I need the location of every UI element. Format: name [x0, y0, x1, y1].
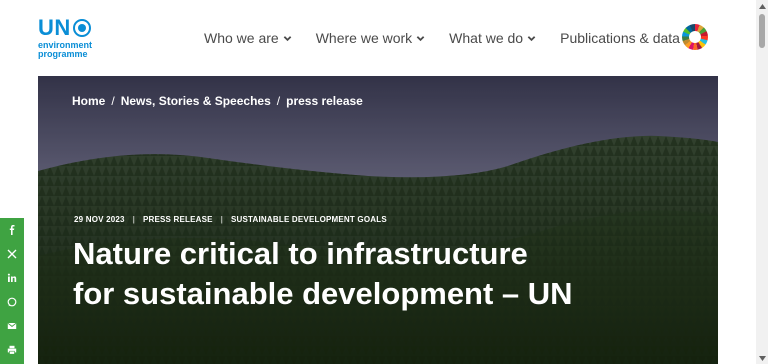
nav-label: Where we work — [315, 30, 413, 46]
nav-label: What we do — [449, 30, 524, 46]
unep-logo[interactable]: UN environment programme — [38, 17, 92, 59]
vertical-scrollbar[interactable] — [756, 0, 768, 364]
breadcrumb: Home / News, Stories & Speeches / press … — [72, 94, 363, 108]
logo-line-programme: programme — [38, 49, 88, 59]
scroll-up-arrow-icon[interactable] — [756, 0, 768, 12]
article-meta: 29 NOV 2023 | PRESS RELEASE | SUSTAINABL… — [74, 215, 387, 224]
chevron-down-icon — [416, 35, 425, 41]
share-linkedin-button[interactable] — [0, 266, 24, 290]
nav-who-we-are[interactable]: Who we are — [204, 30, 292, 46]
nav-label: Publications & data — [560, 30, 680, 46]
article-date: 29 NOV 2023 — [74, 215, 125, 224]
breadcrumb-separator: / — [276, 94, 281, 108]
facebook-icon — [9, 225, 15, 235]
nav-label: Who we are — [204, 30, 279, 46]
share-x-button[interactable] — [0, 242, 24, 266]
chevron-down-icon — [527, 35, 536, 41]
breadcrumb-separator: / — [111, 94, 115, 108]
meta-separator: | — [220, 215, 223, 224]
breadcrumb-news[interactable]: News, Stories & Speeches — [121, 94, 271, 108]
logo-un-text: UN — [38, 15, 71, 40]
share-email-button[interactable] — [0, 314, 24, 338]
whatsapp-icon — [7, 297, 17, 307]
article-type[interactable]: PRESS RELEASE — [143, 215, 213, 224]
main-nav: Who we are Where we work What we do Publ… — [204, 30, 680, 46]
scrollbar-thumb[interactable] — [759, 14, 765, 48]
share-whatsapp-button[interactable] — [0, 290, 24, 314]
share-print-button[interactable] — [0, 338, 24, 362]
share-facebook-button[interactable] — [0, 218, 24, 242]
un-emblem-icon — [72, 19, 91, 37]
sdg-wheel-icon[interactable] — [682, 24, 708, 50]
x-icon — [7, 249, 17, 259]
breadcrumb-home[interactable]: Home — [72, 94, 105, 108]
print-icon — [7, 345, 17, 355]
email-icon — [7, 322, 17, 329]
nav-publications-data[interactable]: Publications & data — [560, 30, 680, 46]
site-header: UN environment programme Who we are Wher… — [0, 0, 756, 76]
scroll-down-arrow-icon[interactable] — [756, 352, 768, 364]
nav-where-we-work[interactable]: Where we work — [316, 30, 425, 46]
linkedin-icon — [7, 273, 17, 282]
chevron-down-icon — [283, 35, 291, 41]
share-bar — [0, 218, 24, 364]
nav-what-we-do[interactable]: What we do — [449, 30, 536, 46]
article-title: Nature critical to infrastructure for su… — [73, 236, 573, 311]
meta-separator: | — [132, 215, 135, 224]
hero-banner: Home / News, Stories & Speeches / press … — [38, 76, 718, 364]
article-topic[interactable]: SUSTAINABLE DEVELOPMENT GOALS — [231, 215, 387, 224]
breadcrumb-current[interactable]: press release — [286, 94, 363, 108]
